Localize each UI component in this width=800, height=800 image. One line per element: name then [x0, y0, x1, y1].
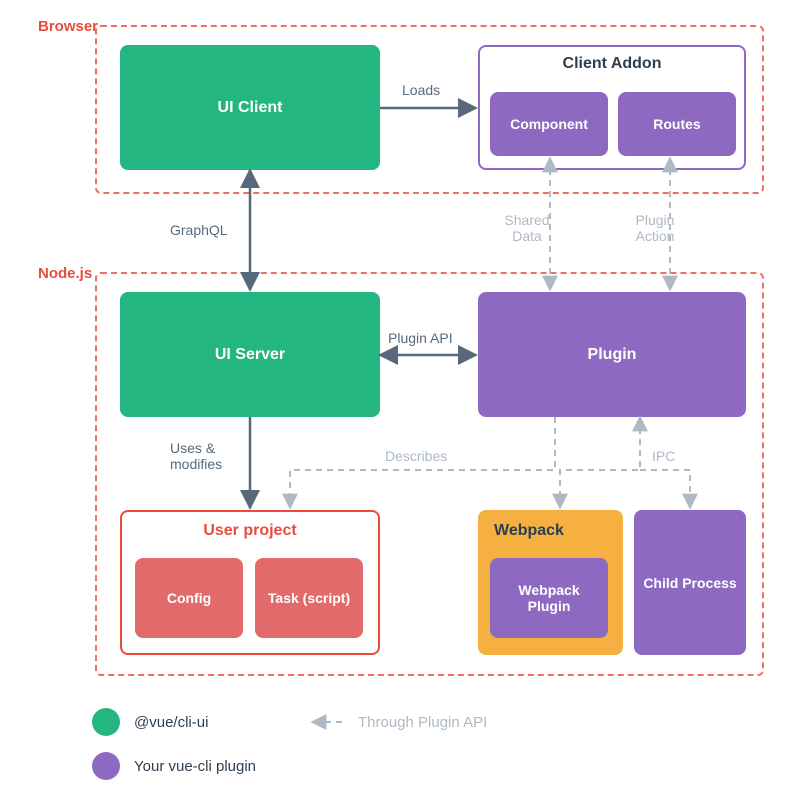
- routes-box: Routes: [618, 92, 736, 156]
- uses-modifies-label: Uses & modifies: [170, 440, 240, 472]
- ui-client-box: UI Client: [120, 45, 380, 170]
- legend-purple-dot: [92, 752, 120, 780]
- describes-label: Describes: [385, 448, 447, 464]
- shared-data-label: Shared Data: [500, 212, 554, 244]
- loads-label: Loads: [402, 82, 440, 98]
- legend-purple-text: Your vue-cli plugin: [134, 758, 256, 775]
- legend-green-dot: [92, 708, 120, 736]
- legend-green-text: @vue/cli-ui: [134, 714, 208, 731]
- plugin-action-label: Plugin Action: [628, 212, 682, 244]
- child-process-box: Child Process: [634, 510, 746, 655]
- ipc-label: IPC: [652, 448, 675, 464]
- component-box: Component: [490, 92, 608, 156]
- webpack-title: Webpack: [494, 522, 564, 540]
- task-box: Task (script): [255, 558, 363, 638]
- webpack-plugin-box: Webpack Plugin: [490, 558, 608, 638]
- user-project-title: User project: [203, 522, 296, 540]
- graphql-label: GraphQL: [170, 222, 228, 238]
- client-addon-title: Client Addon: [563, 55, 662, 73]
- plugin-api-label: Plugin API: [388, 330, 453, 346]
- browser-label: Browser: [38, 18, 98, 35]
- legend-through-text: Through Plugin API: [358, 714, 487, 731]
- plugin-box: Plugin: [478, 292, 746, 417]
- ui-server-box: UI Server: [120, 292, 380, 417]
- node-label: Node.js: [38, 265, 92, 282]
- config-box: Config: [135, 558, 243, 638]
